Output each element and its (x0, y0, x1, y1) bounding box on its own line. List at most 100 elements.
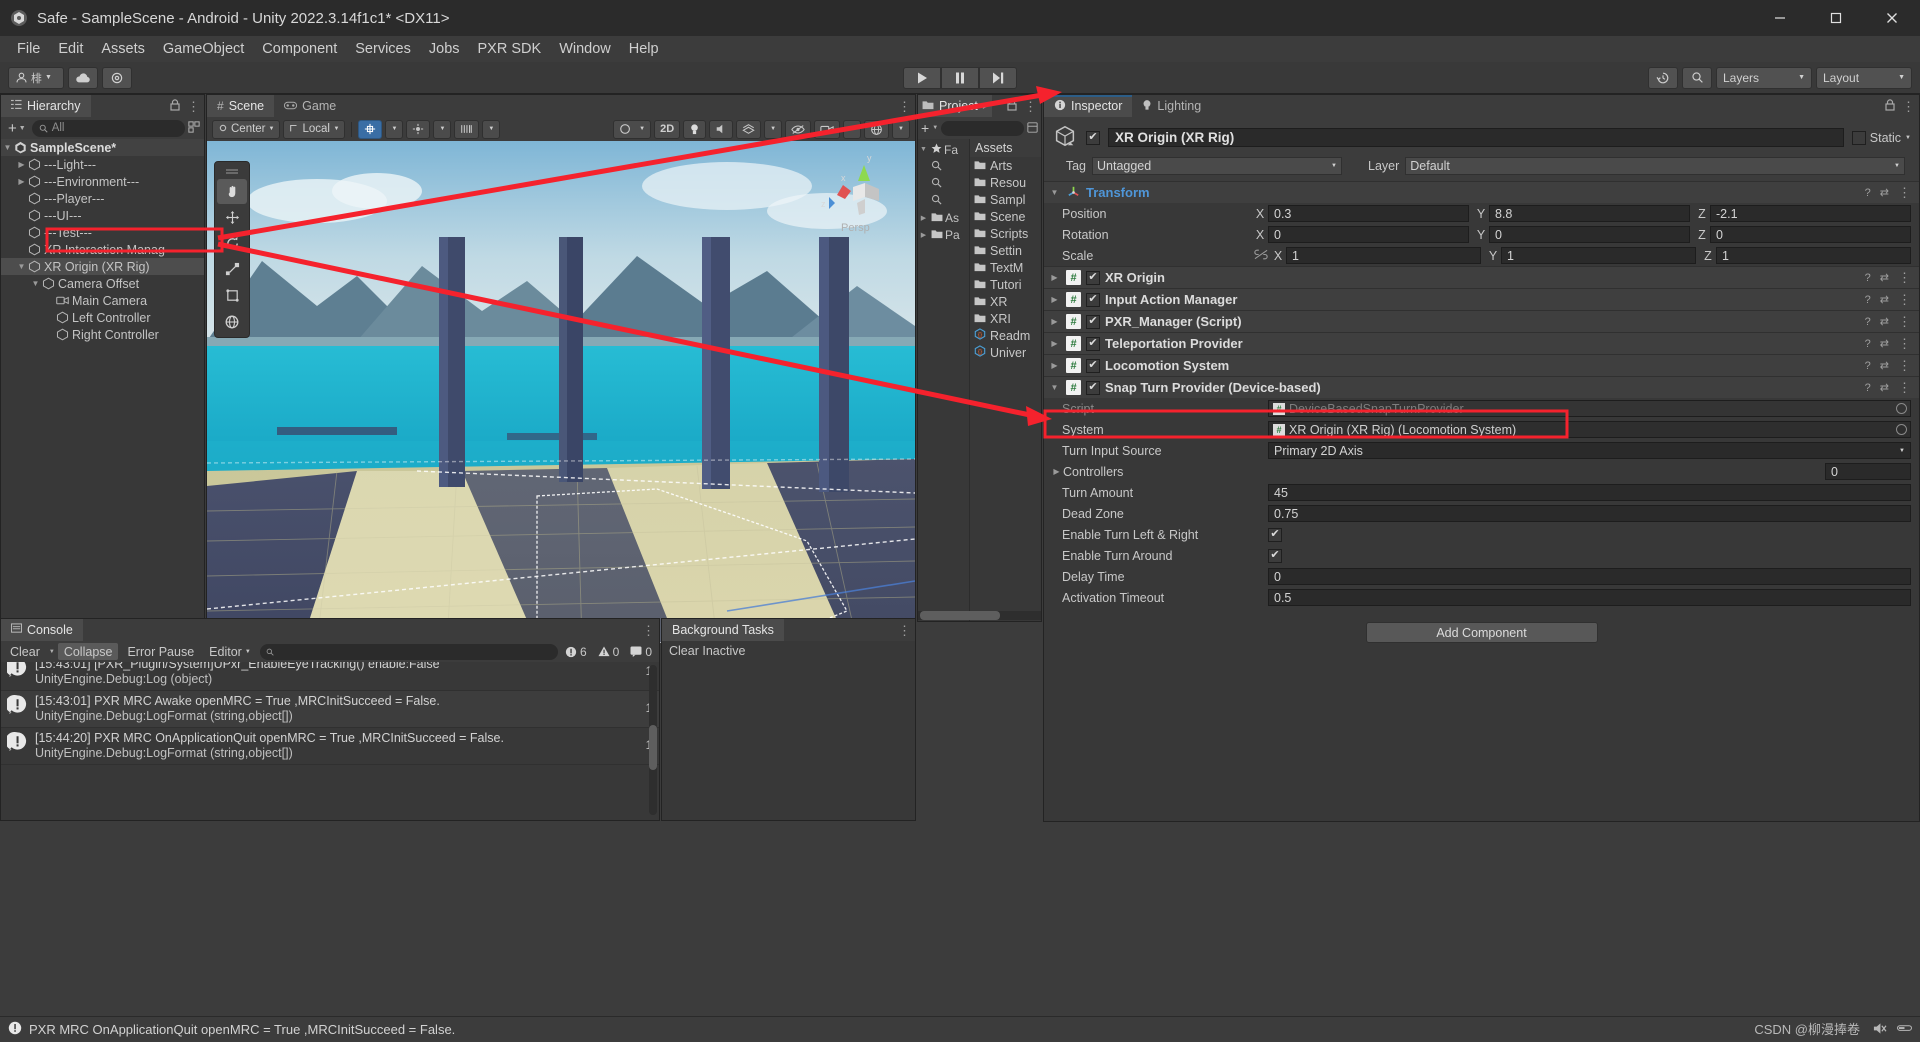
log-counter[interactable]: 6 (561, 645, 591, 659)
component-menu-icon[interactable]: ⋮ (1898, 381, 1911, 394)
grid-snap-button[interactable] (358, 119, 383, 139)
error-counter[interactable]: 0 (626, 645, 656, 659)
preset-icon[interactable]: ⇄ (1880, 186, 1889, 199)
hand-tool-button[interactable] (217, 179, 247, 204)
static-toggle[interactable]: Static ▼ (1851, 130, 1911, 145)
enable-turn-around-checkbox[interactable] (1268, 548, 1282, 563)
project-folder-item[interactable]: Arts (970, 157, 1041, 174)
foldout-arrow[interactable]: ▶ (918, 231, 929, 239)
space-dropdown[interactable]: Local ▼ (283, 119, 346, 139)
search-icon[interactable] (1682, 66, 1712, 89)
step-button[interactable] (979, 66, 1017, 89)
clear-button[interactable]: Clear (4, 643, 46, 660)
snap-increment-button[interactable] (406, 119, 431, 139)
transform-scale-x-field[interactable]: 1 (1286, 247, 1481, 264)
console-entry[interactable]: [15:44:20] PXR MRC OnApplicationQuit ope… (1, 728, 659, 765)
hierarchy-item[interactable]: ---UI--- (1, 207, 204, 224)
inspector-menu-icon[interactable]: ⋮ (1902, 100, 1915, 113)
tab-lighting[interactable]: Lighting (1132, 95, 1211, 117)
scene-visibility-button[interactable] (785, 119, 812, 139)
scale-tool-button[interactable] (217, 257, 247, 282)
component-header[interactable]: ▶ # XR Origin? ⇄ ⋮ (1044, 266, 1919, 288)
rotate-tool-button[interactable] (217, 231, 247, 256)
project-folder-item[interactable]: Tutori (970, 276, 1041, 293)
scene-viewport[interactable]: y x z Persp (207, 141, 915, 643)
tab-hierarchy[interactable]: Hierarchy (1, 95, 91, 117)
help-icon[interactable]: ? (1865, 294, 1871, 306)
gameobject-icon[interactable] (1052, 123, 1078, 152)
scene-menu-icon[interactable]: ⋮ (898, 100, 911, 113)
status-mute-icon[interactable] (1872, 1022, 1887, 1038)
tag-dropdown[interactable]: Untagged ▼ (1092, 157, 1342, 175)
gameobject-enabled-checkbox[interactable] (1086, 130, 1100, 145)
menu-assets[interactable]: Assets (92, 38, 154, 60)
hierarchy-item[interactable]: Left Controller (1, 309, 204, 326)
foldout-arrow[interactable]: ▶ (918, 214, 929, 222)
menu-edit[interactable]: Edit (49, 38, 92, 60)
move-tool-button[interactable] (217, 205, 247, 230)
menu-jobs[interactable]: Jobs (420, 38, 469, 60)
help-icon[interactable]: ? (1865, 338, 1871, 350)
component-enabled-checkbox[interactable] (1086, 358, 1100, 373)
history-icon[interactable] (1648, 66, 1678, 89)
turn-input-source-dropdown[interactable]: Primary 2D Axis ▼ (1268, 442, 1911, 459)
inspector-lock-icon[interactable] (1885, 98, 1895, 114)
rect-tool-button[interactable] (217, 283, 247, 308)
menu-help[interactable]: Help (620, 38, 668, 60)
palette-handle[interactable] (215, 164, 249, 178)
menu-component[interactable]: Component (253, 38, 346, 60)
layer-dropdown[interactable]: Default ▼ (1405, 157, 1905, 175)
project-folder-item[interactable]: XRI (970, 310, 1041, 327)
hierarchy-search-input[interactable]: All (31, 119, 185, 137)
menu-file[interactable]: File (8, 38, 49, 60)
help-icon[interactable]: ? (1865, 187, 1871, 199)
help-icon[interactable]: ? (1865, 316, 1871, 328)
foldout-arrow[interactable]: ▼ (918, 146, 929, 153)
project-folder-item[interactable]: Scene (970, 208, 1041, 225)
project-tree[interactable]: ▼ Fa ▶ As ▶ Pa (918, 139, 970, 621)
system-object-field[interactable]: # XR Origin (XR Rig) (Locomotion System) (1268, 421, 1911, 438)
project-folder-item[interactable]: {} Readm (970, 327, 1041, 344)
component-menu-icon[interactable]: ⋮ (1898, 271, 1911, 284)
preset-icon[interactable]: ⇄ (1880, 381, 1889, 394)
preset-icon[interactable]: ⇄ (1880, 271, 1889, 284)
component-menu-icon[interactable]: ⋮ (1898, 315, 1911, 328)
hierarchy-item[interactable]: Right Controller (1, 326, 204, 343)
scene-fx-button[interactable] (736, 119, 762, 139)
project-hscrollbar[interactable] (918, 611, 1041, 620)
component-foldout-arrow[interactable]: ▶ (1048, 339, 1061, 348)
component-foldout-arrow[interactable]: ▶ (1048, 317, 1061, 326)
transform-rotation-y-field[interactable]: 0 (1489, 226, 1690, 243)
lock-icon[interactable] (170, 98, 180, 114)
component-header[interactable]: ▼ # Snap Turn Provider (Device-based)? ⇄ ⋮ (1044, 376, 1919, 398)
minimize-button[interactable] (1752, 0, 1808, 36)
close-button[interactable] (1864, 0, 1920, 36)
transform-position-z-field[interactable]: -2.1 (1710, 205, 1911, 222)
pause-button[interactable] (941, 66, 979, 89)
hierarchy-tree[interactable]: ▼ SampleScene* ▶ ---Light--- ▶ ---Environment… (1, 139, 204, 621)
tab-scene[interactable]: # Scene (207, 95, 275, 117)
hierarchy-item[interactable]: ▶ ---Light--- (1, 156, 204, 173)
tab-game[interactable]: Game (274, 95, 346, 117)
tab-background-tasks[interactable]: Background Tasks (662, 619, 784, 641)
project-folder-item[interactable]: XR (970, 293, 1041, 310)
project-tree-item[interactable]: ▶ Pa (918, 226, 969, 243)
help-icon[interactable]: ? (1865, 360, 1871, 372)
hierarchy-item[interactable]: ▼ SampleScene* (1, 139, 204, 156)
scene-audio-button[interactable] (709, 119, 734, 139)
hierarchy-item[interactable]: ▶ ---Environment--- (1, 173, 204, 190)
project-folder-item[interactable]: Sampl (970, 191, 1041, 208)
component-header[interactable]: ▶ # Input Action Manager? ⇄ ⋮ (1044, 288, 1919, 310)
chevron-down-icon[interactable]: ▼ (932, 125, 938, 131)
hierarchy-menu-icon[interactable]: ⋮ (187, 100, 200, 113)
foldout-arrow[interactable]: ▼ (15, 262, 28, 271)
component-enabled-checkbox[interactable] (1086, 270, 1100, 285)
scene-orientation-gizmo[interactable]: y x z Persp (815, 149, 905, 249)
menu-pxr-sdk[interactable]: PXR SDK (469, 38, 551, 60)
project-tree-item[interactable] (918, 158, 969, 175)
tab-project[interactable]: Project ▶ (918, 95, 993, 117)
clear-inactive-button[interactable]: Clear Inactive (662, 641, 915, 661)
foldout-arrow[interactable]: ▼ (29, 279, 42, 288)
component-enabled-checkbox[interactable] (1086, 336, 1100, 351)
2d-toggle-button[interactable]: 2D (654, 119, 681, 139)
